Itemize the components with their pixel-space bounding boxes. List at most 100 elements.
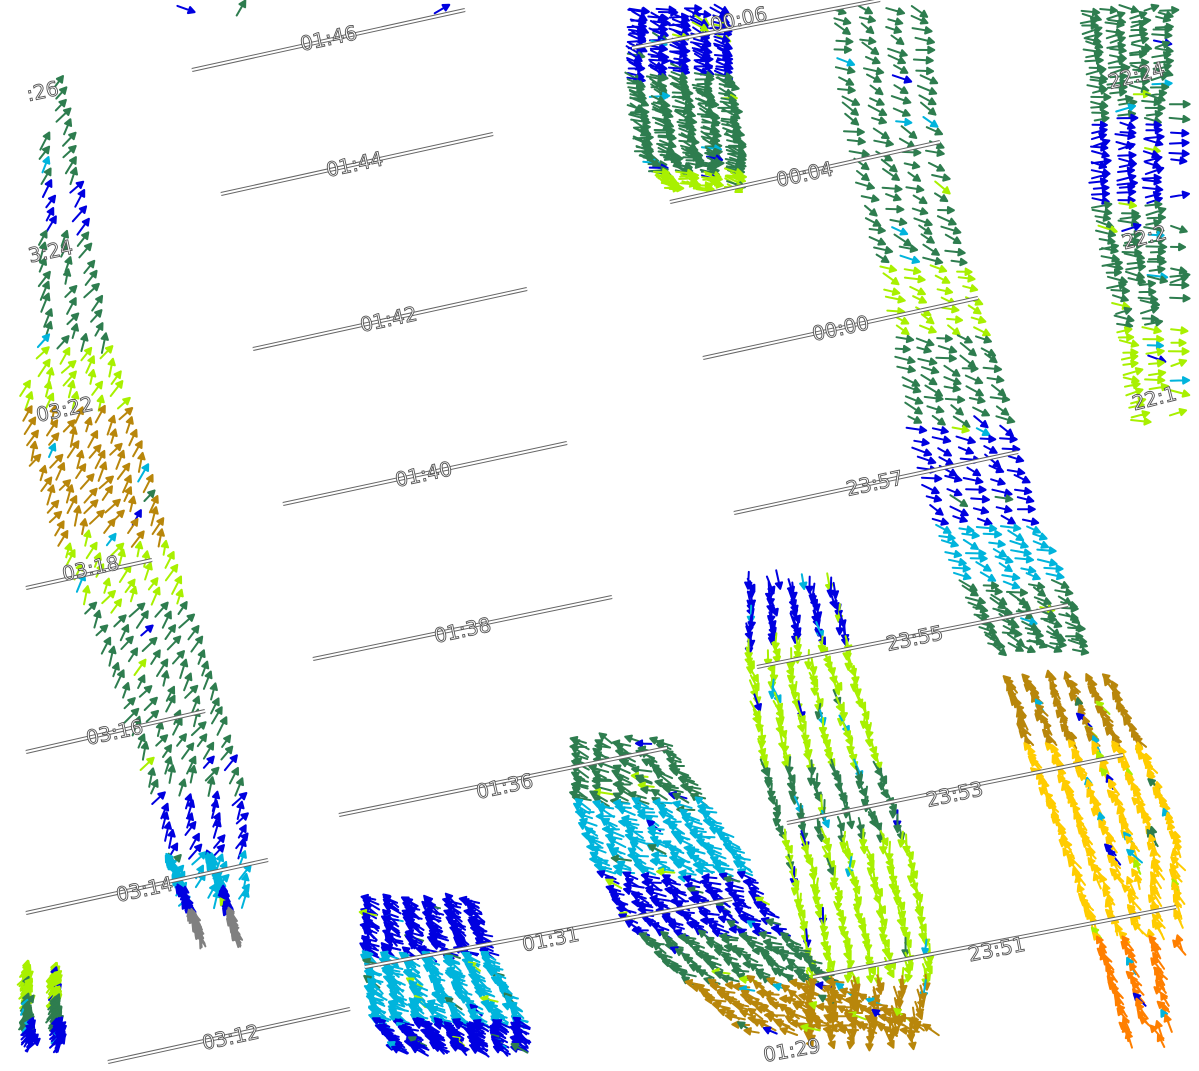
wind-arrow-icon <box>134 540 144 558</box>
wind-arrow-icon <box>1143 3 1160 12</box>
wind-arrow-icon <box>995 405 1010 416</box>
wind-arrow-icon <box>869 84 884 96</box>
wind-arrow-icon <box>964 374 984 385</box>
wind-arrow-icon <box>911 26 933 35</box>
wind-arrow-icon <box>123 697 136 710</box>
wind-arrow-icon <box>56 335 70 350</box>
wind-arrow-icon <box>127 518 139 534</box>
wind-arrow-icon <box>955 435 976 445</box>
wind-arrow-icon <box>968 395 986 405</box>
wind-arrow-icon <box>936 334 953 343</box>
wind-arrow-icon <box>990 477 1006 486</box>
wind-arrow-icon <box>1091 150 1110 159</box>
wind-arrow-icon <box>865 55 881 65</box>
wind-arrow-icon <box>635 739 653 748</box>
wind-arrow-icon <box>992 548 1008 558</box>
wind-arrow-icon <box>855 181 875 191</box>
wind-arrow-icon <box>1145 347 1165 357</box>
wind-arrow-icon <box>946 315 964 324</box>
wind-arrow-icon <box>113 614 127 628</box>
wind-arrow-icon <box>988 539 1006 548</box>
wind-arrow-icon <box>922 256 944 266</box>
wind-arrow-icon <box>137 674 146 689</box>
wind-arrow-icon <box>920 374 938 386</box>
wind-arrow-icon <box>172 717 183 736</box>
wind-arrow-icon <box>1091 207 1113 217</box>
time-label: 01:31 <box>520 922 581 957</box>
wind-arrow-icon <box>1125 263 1146 272</box>
wind-arrow-icon <box>916 455 937 465</box>
wind-arrow-icon <box>80 333 89 352</box>
wind-arrow-icon <box>975 561 992 572</box>
wind-arrow-icon <box>860 22 875 35</box>
wind-arrow-icon <box>925 126 944 136</box>
wind-arrow-icon <box>856 170 870 182</box>
wind-arrow-icon <box>1169 294 1191 303</box>
wind-arrow-icon <box>1168 149 1190 158</box>
wind-arrow-icon <box>994 555 1014 564</box>
wind-arrow-icon <box>1014 486 1033 496</box>
wind-arrow-icon <box>1090 189 1111 199</box>
wind-arrow-icon <box>55 462 66 481</box>
wind-arrow-icon <box>1014 555 1035 564</box>
wind-arrow-icon <box>76 231 90 247</box>
wind-arrow-icon <box>962 284 979 293</box>
wind-arrow-icon <box>958 525 975 534</box>
wind-arrow-icon <box>1169 190 1190 199</box>
wind-arrow-icon <box>66 312 80 326</box>
wind-arrow-icon <box>1050 579 1070 589</box>
wind-arrow-icon <box>91 380 104 396</box>
wind-arrow-icon <box>858 15 876 24</box>
wind-arrow-icon <box>846 137 866 146</box>
wind-arrow-icon <box>1172 939 1187 956</box>
wind-arrow-icon <box>161 610 172 629</box>
wind-arrow-icon <box>190 635 204 653</box>
wind-arrow-icon <box>890 34 905 46</box>
wind-arrow-icon <box>999 523 1022 532</box>
wind-arrow-icon <box>145 709 160 723</box>
wind-arrow-icon <box>944 395 966 404</box>
track-segment: 00:00 <box>702 296 979 360</box>
wind-arrow-icon <box>79 518 88 536</box>
time-label: 03:18 <box>60 550 121 585</box>
wind-arrow-icon <box>1113 314 1135 324</box>
wind-arrow-icon <box>54 98 67 112</box>
wind-arrow-icon <box>833 45 852 54</box>
wind-arrow-icon <box>950 257 968 267</box>
wind-arrow-icon <box>986 375 1005 384</box>
wind-arrow-icon <box>973 415 989 429</box>
wind-arrow-icon <box>1140 305 1160 315</box>
wind-arrow-icon <box>873 139 894 148</box>
wind-arrow-icon <box>995 505 1013 514</box>
wind-arrow-icon <box>938 456 954 466</box>
wind-arrow-icon <box>93 609 102 629</box>
time-label: 23:57 <box>844 465 905 500</box>
wind-arrow-icon <box>940 225 962 235</box>
wind-arrow-icon <box>915 66 935 76</box>
wind-arrow-icon <box>164 563 179 582</box>
wind-arrow-icon <box>1122 359 1139 368</box>
wind-arrow-icon <box>982 530 1003 539</box>
wind-arrow-icon <box>894 344 911 354</box>
wind-arrow-icon <box>834 22 851 35</box>
wind-arrow-icon <box>917 357 938 366</box>
wind-arrow-icon <box>1109 35 1126 44</box>
wind-arrow-icon <box>972 406 990 417</box>
wind-arrow-icon <box>947 324 961 336</box>
wind-arrow-icon <box>57 530 69 547</box>
wind-arrow-icon <box>857 4 873 15</box>
wind-arrow-icon <box>953 571 972 581</box>
track-segment: 01:46 <box>191 8 466 72</box>
track-segment: 01:42 <box>252 287 528 351</box>
track-segment: 01:44 <box>220 132 494 196</box>
wind-arrow-icon <box>931 435 952 444</box>
wind-arrow-icon <box>834 66 856 75</box>
wind-arrow-icon <box>935 354 957 363</box>
wind-arrow-icon <box>956 267 973 276</box>
wind-arrow-icon <box>882 272 900 286</box>
wind-arrow-icon <box>1006 467 1026 477</box>
wind-arrow-icon <box>1084 56 1104 65</box>
wind-arrow-icon <box>1007 455 1025 464</box>
wind-arrow-icon <box>943 384 961 393</box>
wind-arrow-icon <box>110 598 123 614</box>
